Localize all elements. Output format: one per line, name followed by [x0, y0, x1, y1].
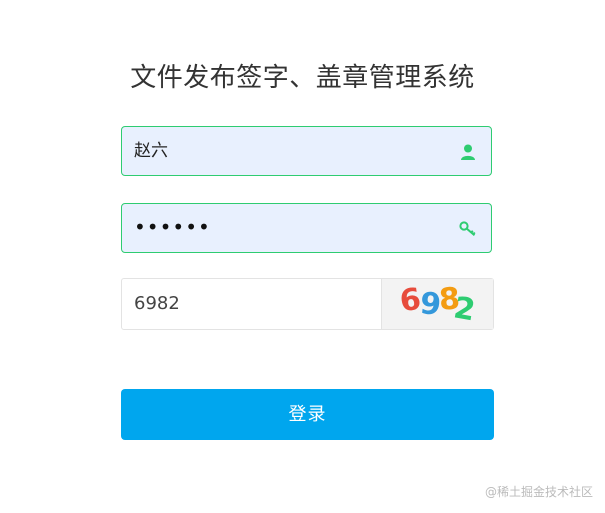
username-field[interactable]: 赵六 [121, 126, 492, 176]
key-icon [459, 220, 477, 238]
username-value: 赵六 [134, 141, 168, 161]
user-icon [459, 143, 477, 161]
captcha-input[interactable]: 6982 [134, 279, 180, 329]
captcha-row: 6982 6 9 8 2 [121, 278, 494, 330]
captcha-image[interactable]: 6 9 8 2 [381, 279, 493, 329]
captcha-digit: 2 [451, 290, 478, 329]
password-value: •••••• [134, 215, 211, 239]
login-button[interactable]: 登录 [121, 389, 494, 440]
password-field[interactable]: •••••• [121, 203, 492, 253]
watermark: @稀土掘金技术社区 [484, 485, 593, 499]
page-title: 文件发布签字、盖章管理系统 [130, 63, 475, 93]
